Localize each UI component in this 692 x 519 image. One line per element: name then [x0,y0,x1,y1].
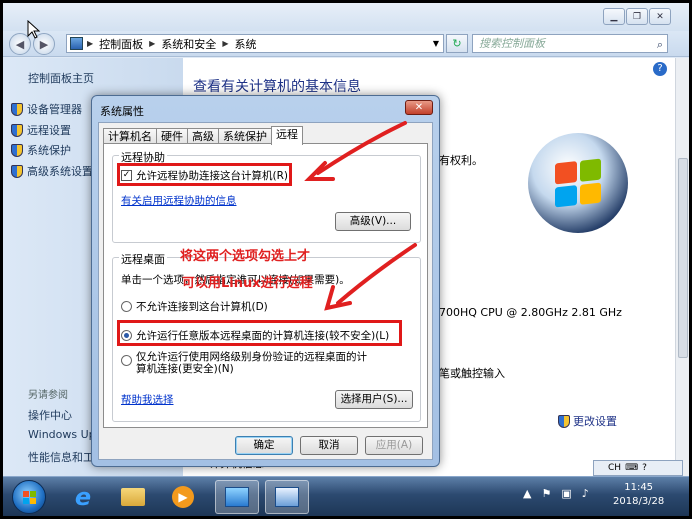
taskbar-clock[interactable]: 11:45 2018/3/28 [613,481,664,509]
screen-frame: ▁ ❐ ✕ ◀ ▶ ▶ 控制面板 ▶ 系统和安全 ▶ 系统 ▼ ↻ 搜索控制面板… [0,0,692,519]
start-button[interactable] [12,480,46,514]
media-player-icon: ▶ [172,486,194,508]
taskbar-media-player[interactable]: ▶ [161,480,205,514]
taskbar-system-window[interactable] [265,480,309,514]
folder-icon [121,488,145,506]
clock-time: 11:45 [624,482,654,493]
arrow-to-checkbox [316,121,407,175]
taskbar-ie[interactable]: e [61,480,105,514]
flag-notification-icon[interactable]: ⚑ [541,487,551,500]
control-panel-icon [225,487,249,507]
network-icon[interactable]: ▣ [561,487,571,500]
clock-date: 2018/3/28 [613,496,665,507]
windows-start-icon [23,491,36,504]
internet-explorer-icon: e [74,483,92,511]
taskbar: e ▶ ▲ ⚑ ▣ ♪ 11:45 2018/3/28 [3,476,689,516]
annotation-arrows [304,121,417,311]
desktop-screen: ▁ ❐ ✕ ◀ ▶ ▶ 控制面板 ▶ 系统和安全 ▶ 系统 ▼ ↻ 搜索控制面板… [3,3,689,516]
system-icon [275,487,299,507]
show-hidden-icons-icon[interactable]: ▲ [523,487,531,500]
taskbar-explorer[interactable] [111,480,155,514]
arrow-to-radio [336,243,417,305]
volume-icon[interactable]: ♪ [582,487,589,500]
mouse-cursor-icon [27,20,41,39]
taskbar-control-panel[interactable] [215,480,259,514]
system-tray: ▲ ⚑ ▣ ♪ [523,487,589,500]
tab-remote[interactable]: 远程 [271,126,303,145]
